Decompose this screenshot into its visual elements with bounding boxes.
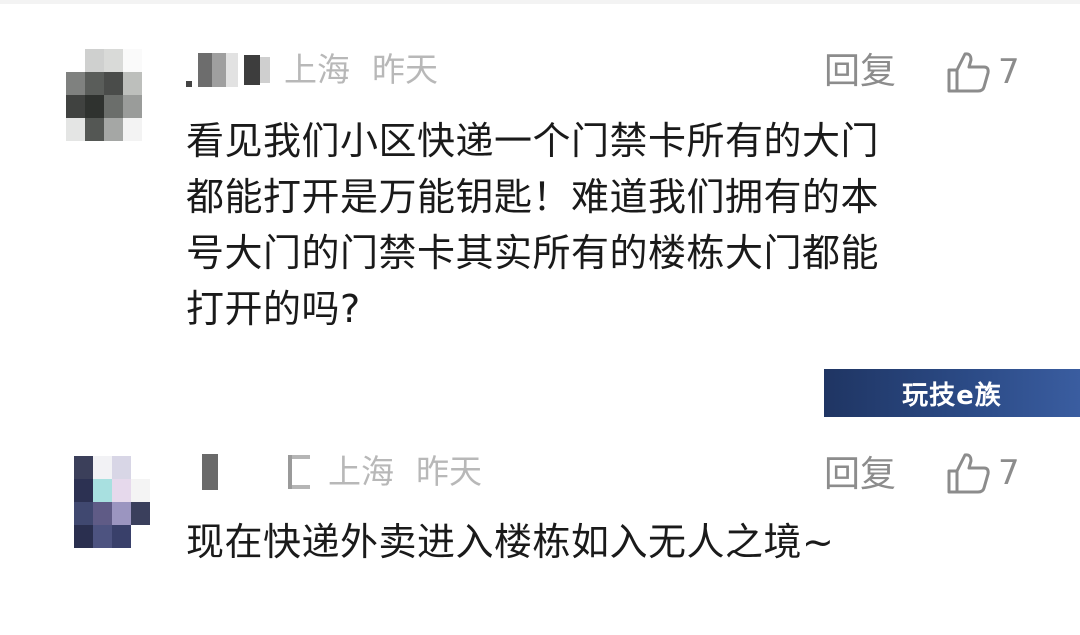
- reply-button[interactable]: 回复: [824, 455, 896, 495]
- avatar[interactable]: [66, 49, 142, 141]
- thumbs-up-icon: [946, 50, 992, 94]
- comment-location: 上海: [328, 452, 394, 491]
- like-button[interactable]: 7: [946, 50, 1020, 94]
- like-button[interactable]: 7: [946, 451, 1020, 495]
- comment-location: 上海: [284, 50, 350, 89]
- comment-text-line: 号大门的门禁卡其实所有的楼栋大门都能: [186, 231, 880, 275]
- comment-text-line: 打开的吗?: [186, 287, 361, 331]
- top-divider: [0, 0, 1080, 4]
- comment-meta: 上海 昨天: [186, 50, 438, 90]
- like-count: 7: [998, 453, 1020, 493]
- reply-button[interactable]: 回复: [824, 52, 896, 92]
- avatar[interactable]: [74, 456, 150, 548]
- thumbs-up-icon: [946, 451, 992, 495]
- like-count: 7: [998, 52, 1020, 92]
- comment-text-line: 看见我们小区快递一个门禁卡所有的大门: [186, 119, 880, 163]
- comment-meta: 上海 昨天: [202, 452, 482, 492]
- comment-list-page: 上海 昨天 回复 7 看见我们小区快递一个门禁卡所有的大门 都能打开是万能钥匙！…: [0, 0, 1080, 635]
- watermark-text: 玩技e族: [902, 380, 1002, 411]
- comment-content: 现在快递外卖进入楼栋如入无人之境~: [186, 514, 1016, 570]
- username-redacted[interactable]: [202, 452, 310, 492]
- comment-time: 昨天: [372, 50, 438, 89]
- comment-text-line: 现在快递外卖进入楼栋如入无人之境~: [186, 520, 835, 564]
- comment-time: 昨天: [416, 452, 482, 491]
- watermark-logo: 玩技e族: [824, 369, 1080, 417]
- comment-content: 看见我们小区快递一个门禁卡所有的大门 都能打开是万能钥匙！难道我们拥有的本 号大…: [186, 113, 1016, 337]
- username-redacted[interactable]: [186, 50, 270, 90]
- comment-text-line: 都能打开是万能钥匙！难道我们拥有的本: [186, 175, 880, 219]
